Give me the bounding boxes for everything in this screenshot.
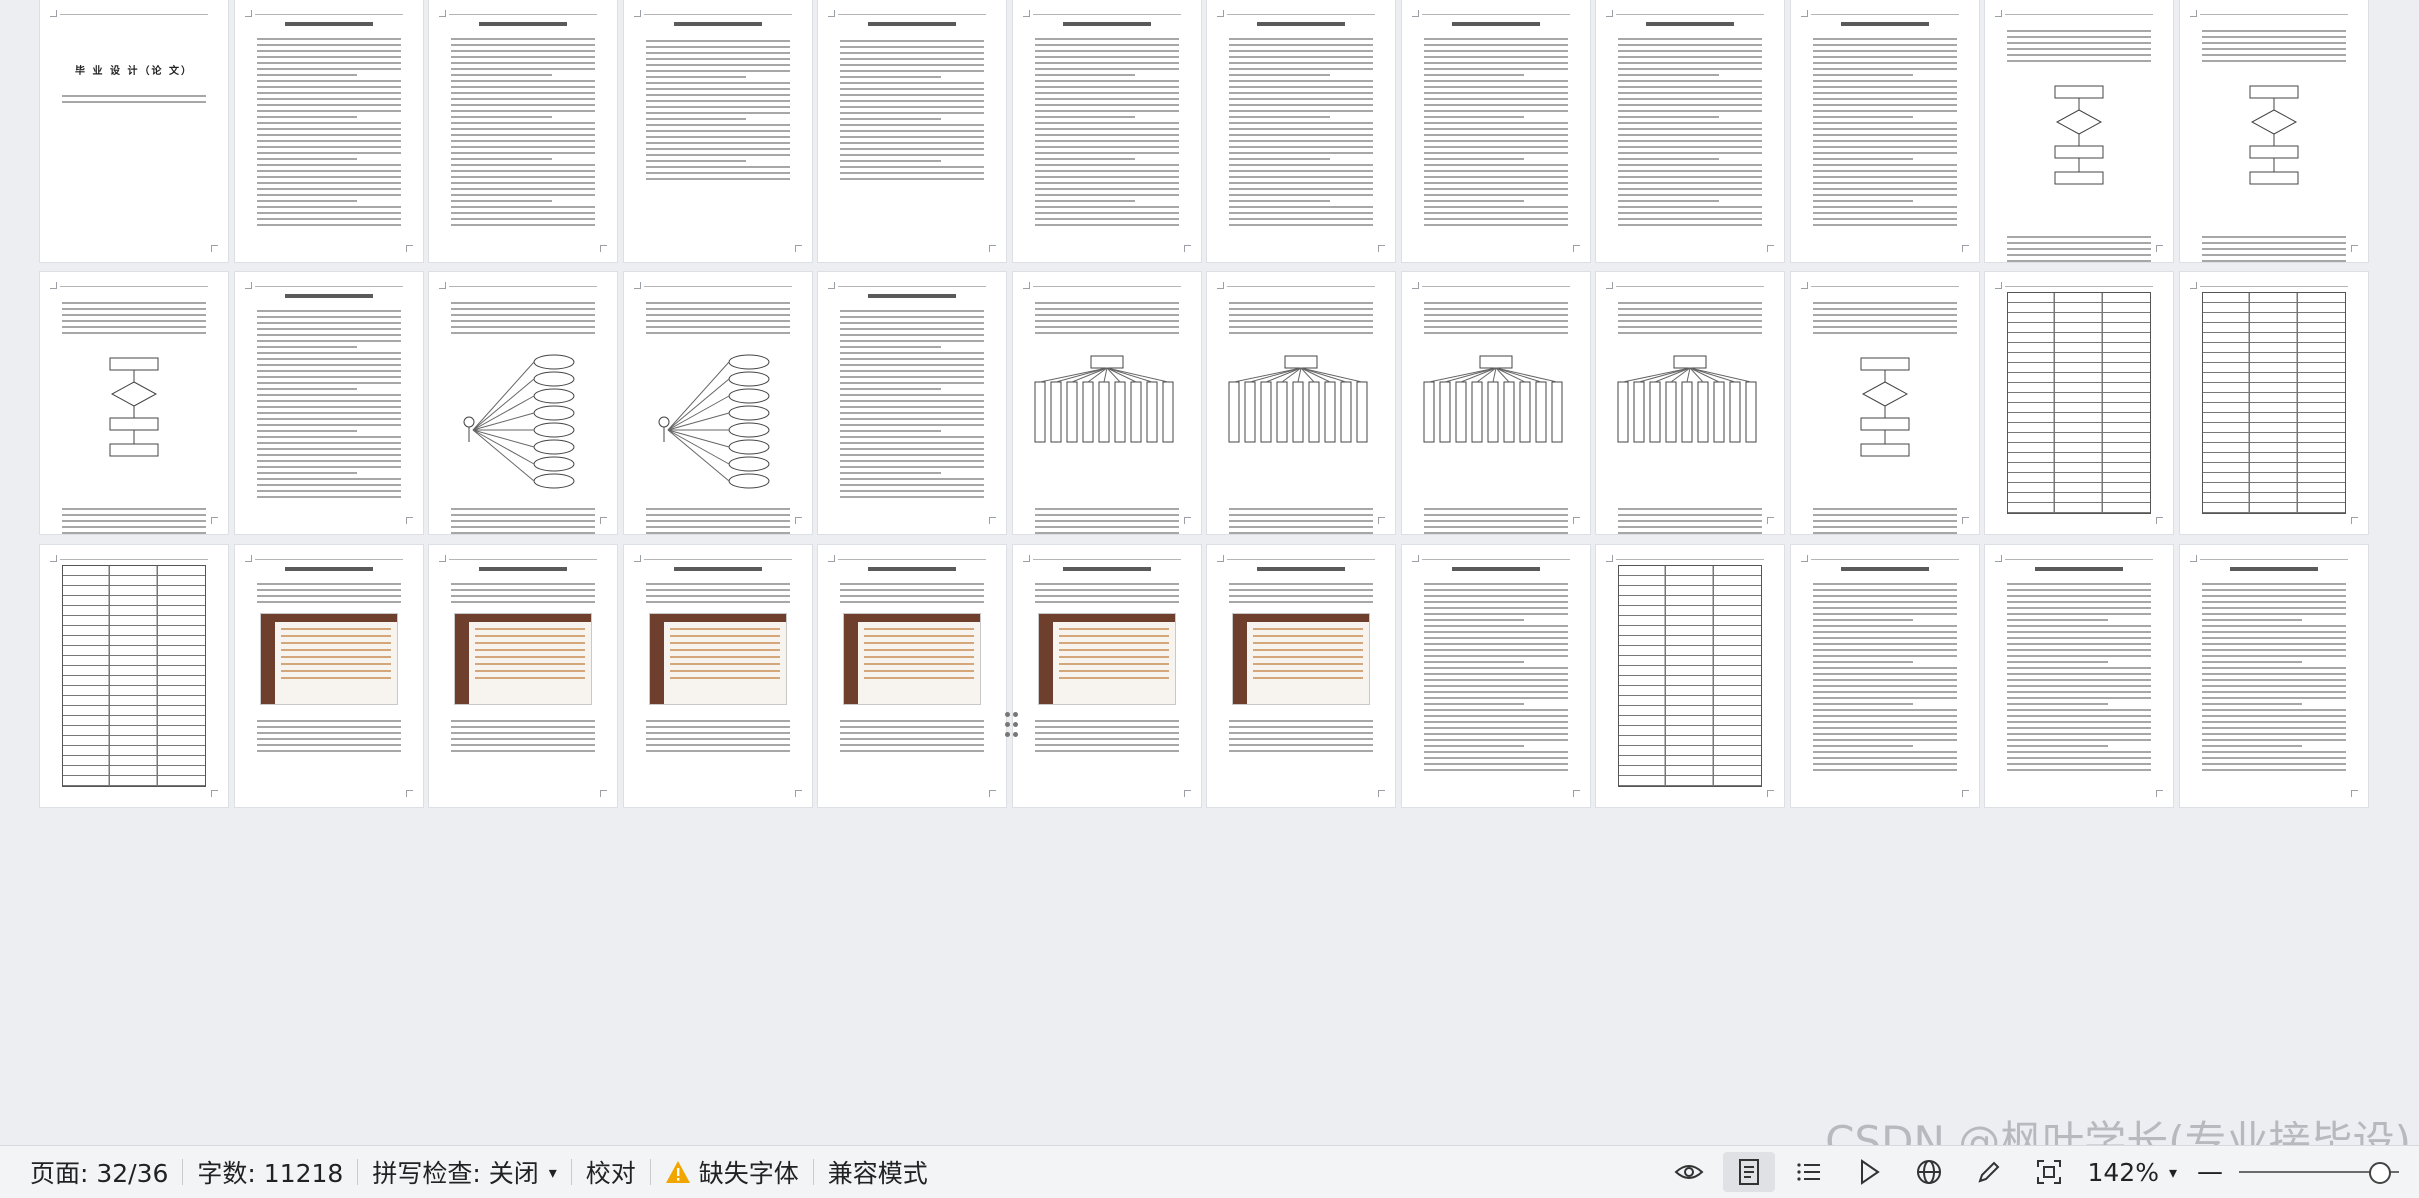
- page-thumbnail[interactable]: [1790, 272, 1979, 534]
- pen-icon[interactable]: [1963, 1152, 2015, 1192]
- page-thumbnail[interactable]: [1207, 545, 1395, 807]
- page-thumbnail[interactable]: [2179, 0, 2368, 262]
- page-thumbnail[interactable]: [40, 545, 228, 807]
- page-thumbnail[interactable]: [2179, 545, 2368, 807]
- status-bar: 页面: 32/36 字数: 11218 拼写检查: 关闭 ▾ 校对 缺失字体 兼…: [0, 1145, 2419, 1198]
- outline-icon[interactable]: [1783, 1152, 1835, 1192]
- page-thumbnail[interactable]: [234, 545, 423, 807]
- page-thumbnail[interactable]: [623, 272, 812, 534]
- page-thumbnail[interactable]: [1401, 545, 1590, 807]
- page-thumbnail[interactable]: [1207, 0, 1395, 262]
- cover-title: 毕 业 设 计（论 文）: [75, 66, 193, 77]
- page-thumbnail[interactable]: [818, 0, 1006, 262]
- diagram-figure: [658, 354, 769, 489]
- screenshot-figure: [1232, 613, 1370, 705]
- screenshot-figure: [454, 613, 592, 705]
- play-icon[interactable]: [1843, 1152, 1895, 1192]
- page-thumbnail[interactable]: [1012, 545, 1201, 807]
- zoom-slider-knob[interactable]: [2369, 1162, 2391, 1184]
- page-thumbnail[interactable]: [818, 272, 1006, 534]
- page-thumbnail[interactable]: [1596, 545, 1784, 807]
- page-indicator[interactable]: 页面: 32/36: [0, 1154, 182, 1190]
- page-thumbnail[interactable]: [40, 272, 228, 534]
- proofread-button[interactable]: 校对: [572, 1154, 650, 1190]
- diagram-figure: [2249, 85, 2298, 185]
- missing-fonts-button[interactable]: 缺失字体: [651, 1154, 813, 1190]
- diagram-figure: [109, 357, 159, 457]
- spellcheck-toggle[interactable]: 拼写检查: 关闭 ▾: [358, 1154, 570, 1190]
- word-count[interactable]: 字数: 11218: [183, 1154, 357, 1190]
- document-thumbnail-view[interactable]: 毕 业 设 计（论 文）: [0, 0, 2419, 1145]
- page-thumbnail[interactable]: [818, 545, 1006, 807]
- zoom-control[interactable]: 142% ▾ —: [2087, 1152, 2419, 1192]
- warning-icon: [665, 1159, 691, 1185]
- page-thumbnail[interactable]: [429, 0, 617, 262]
- eye-icon[interactable]: [1663, 1152, 1715, 1192]
- page-thumbnail[interactable]: [1985, 0, 2173, 262]
- globe-icon[interactable]: [1903, 1152, 1955, 1192]
- zoom-out-icon[interactable]: —: [2197, 1157, 2223, 1187]
- diagram-figure: [1034, 355, 1173, 443]
- page-thumbnail[interactable]: [1790, 0, 1979, 262]
- drag-handle-icon[interactable]: [1005, 712, 1019, 740]
- diagram-figure: [1617, 355, 1757, 443]
- page-thumbnail[interactable]: [623, 545, 812, 807]
- page-thumbnail[interactable]: [1596, 0, 1784, 262]
- page-thumbnail[interactable]: [234, 0, 423, 262]
- page-view-icon[interactable]: [1723, 1152, 1776, 1192]
- page-thumbnail[interactable]: [1401, 0, 1590, 262]
- page-thumbnail[interactable]: [1790, 545, 1979, 807]
- page-thumbnail[interactable]: [1012, 0, 1201, 262]
- chevron-down-icon[interactable]: ▾: [2169, 1163, 2177, 1182]
- fit-page-icon[interactable]: [2023, 1152, 2075, 1192]
- page-thumbnail[interactable]: [623, 0, 812, 262]
- diagram-figure: [1228, 355, 1368, 443]
- zoom-level[interactable]: 142%: [2087, 1158, 2158, 1187]
- screenshot-figure: [259, 613, 398, 705]
- page-thumbnail[interactable]: [1401, 272, 1590, 534]
- page-thumbnail[interactable]: [234, 272, 423, 534]
- page-thumbnail[interactable]: [1012, 272, 1201, 534]
- page-thumbnail[interactable]: [2179, 272, 2368, 534]
- page-thumbnail[interactable]: [1596, 272, 1784, 534]
- page-thumbnail[interactable]: [1985, 272, 2173, 534]
- diagram-figure: [463, 354, 575, 489]
- screenshot-figure: [648, 613, 787, 705]
- page-thumbnail[interactable]: [1985, 545, 2173, 807]
- page-thumbnail[interactable]: [1207, 272, 1395, 534]
- page-thumbnail[interactable]: [429, 272, 617, 534]
- chevron-down-icon: ▾: [548, 1162, 557, 1182]
- page-thumbnail[interactable]: [429, 545, 617, 807]
- zoom-slider[interactable]: [2239, 1152, 2419, 1192]
- compat-mode-label[interactable]: 兼容模式: [814, 1154, 942, 1190]
- diagram-figure: [2054, 85, 2104, 185]
- diagram-figure: [1860, 357, 1909, 457]
- page-thumbnail[interactable]: 毕 业 设 计（论 文）: [40, 0, 228, 262]
- screenshot-figure: [843, 613, 981, 705]
- screenshot-figure: [1037, 613, 1176, 705]
- diagram-figure: [1423, 355, 1562, 443]
